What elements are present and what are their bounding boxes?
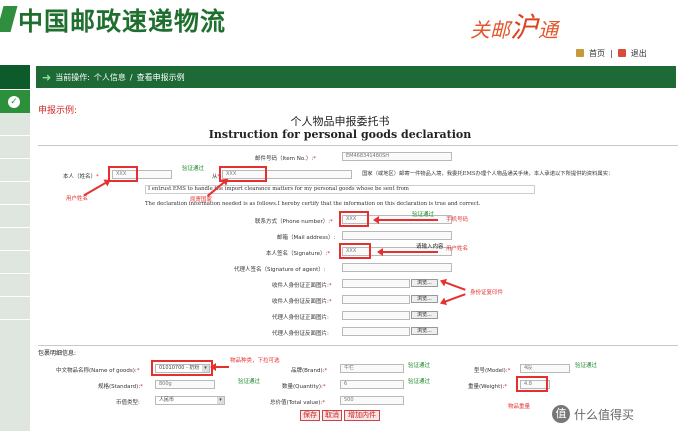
agent-id-back-browse-button[interactable]: 浏览...: [411, 327, 438, 335]
id-front-browse-button[interactable]: 浏览...: [411, 279, 438, 287]
sidebar-item[interactable]: [0, 182, 30, 205]
qty-field[interactable]: 6: [340, 380, 404, 389]
highlight-box: [516, 376, 548, 392]
model-field[interactable]: 4段: [520, 364, 570, 373]
highlight-box: [151, 360, 213, 376]
verified-note: 验证通过: [238, 379, 261, 385]
form-title-cn: 个人物品申报委托书: [290, 115, 390, 128]
agent-id-front-label: 代理人身份证正面图片:: [272, 315, 329, 321]
signature-label: 本人签名（Signature）:*: [266, 251, 331, 257]
cancel-button[interactable]: 取消: [322, 410, 342, 421]
verified-note: 验证通过: [182, 166, 205, 172]
sidebar-item[interactable]: [0, 251, 30, 274]
verified-note: 验证通过: [412, 212, 435, 218]
site-logo-text: 中国邮政速递物流: [18, 7, 227, 36]
id-back-file-field[interactable]: [342, 295, 410, 304]
currency-select[interactable]: 人民币 ▾: [155, 396, 225, 405]
total-value-field[interactable]: 500: [340, 396, 404, 405]
verified-note: 验证通过: [575, 363, 598, 369]
verified-note: 验证通过: [408, 363, 431, 369]
breadcrumb-item-personal-info[interactable]: 个人信息: [94, 72, 126, 83]
home-icon[interactable]: [576, 49, 584, 57]
nav-divider: |: [610, 48, 613, 58]
agent-id-front-browse-button[interactable]: 浏览...: [411, 311, 438, 319]
sidebar-item[interactable]: [0, 274, 30, 297]
slogan-part-b: 沪: [510, 11, 539, 44]
verified-note: 验证通过: [408, 379, 431, 385]
sidebar-item[interactable]: [0, 228, 30, 251]
total-value-label: 总价值(Total value):*: [270, 400, 326, 406]
add-item-button[interactable]: 增加内件: [344, 410, 380, 421]
goods-weight-annotation: 物品重量: [508, 404, 531, 410]
check-icon: ✓: [8, 96, 20, 108]
item-no-label: 邮件号码（Item No.）:*: [255, 156, 317, 162]
logout-link[interactable]: 退出: [631, 48, 647, 59]
agent-label: 代理人签名（Signature of agent）:: [234, 267, 326, 273]
id-photos-annotation: 身份证复印件: [470, 290, 504, 296]
mail-label: 邮箱（Mail address）:: [277, 235, 336, 241]
watermark-text: 什么值得买: [574, 407, 635, 422]
highlight-box: [339, 211, 369, 227]
slogan: 关邮沪通: [470, 6, 670, 44]
entrust-statement: I entrust EMS to handle the import clear…: [145, 185, 535, 194]
agent-field[interactable]: [342, 263, 452, 272]
package-details-heading: 包裹明细信息:: [38, 350, 77, 357]
form-title-en: Instruction for personal goods declarati…: [208, 128, 472, 141]
item-no-field[interactable]: EM468341480SH: [342, 152, 452, 161]
chevron-down-icon: ▾: [217, 397, 224, 404]
save-button[interactable]: 保存: [300, 410, 320, 421]
breadcrumb-prefix: 当前操作:: [55, 72, 90, 82]
arrow-right-icon: ➜: [42, 70, 52, 84]
divider: [38, 345, 678, 346]
sidebar-item[interactable]: [0, 159, 30, 182]
id-front-file-field[interactable]: [342, 279, 410, 288]
sidebar-item[interactable]: [0, 205, 30, 228]
sidebar-item[interactable]: [0, 136, 30, 159]
sidebar-top: [0, 65, 30, 90]
id-back-browse-button[interactable]: 浏览...: [411, 295, 438, 303]
currency-label: 币值类型:: [116, 400, 140, 406]
section-label: 申报示例:: [38, 106, 78, 116]
spec-field[interactable]: 800g: [155, 380, 215, 389]
sidebar-item[interactable]: [0, 297, 30, 320]
top-nav: 首页 | 退出: [576, 46, 676, 60]
country-statement: 国家（或地区）邮寄一件物品入境，我委托EMS办理个人物品通关手续，本人承诺以下所…: [362, 171, 614, 177]
agent-id-back-file-field[interactable]: [342, 327, 410, 336]
brand-label: 品牌(Brand):*: [291, 368, 328, 374]
model-label: 型号(Model):*: [474, 368, 511, 374]
breadcrumb-separator: /: [129, 72, 133, 82]
watermark: 值 什么值得买: [552, 402, 677, 426]
name-label: 本人（姓名）*: [63, 174, 99, 180]
slogan-part-a: 关邮: [470, 18, 510, 42]
brand-field[interactable]: 牛栏: [340, 364, 404, 373]
mail-field[interactable]: [342, 231, 452, 240]
breadcrumb-item-sample[interactable]: 查看申报示例: [137, 72, 185, 83]
weight-label: 重量(Weight):*: [468, 384, 508, 390]
spec-label: 规格(Standard):*: [98, 384, 143, 390]
agent-id-front-file-field[interactable]: [342, 311, 410, 320]
slogan-part-c: 通: [538, 18, 559, 42]
annotation-arrow: [373, 216, 438, 224]
goods-name-label: 中文物品名称(Name of goods):*: [56, 368, 140, 374]
user-name-annotation-2: 用户姓名: [446, 246, 469, 252]
sidebar-item-active[interactable]: ✓: [0, 90, 30, 113]
input-hint-note: 请输入内容: [416, 244, 444, 250]
watermark-logo-icon: 值: [552, 405, 570, 423]
sidebar-item[interactable]: [0, 113, 30, 136]
id-back-label: 收件人身份证反面图片:*: [272, 299, 332, 305]
phone-annotation: 手机号码: [446, 217, 469, 223]
home-link[interactable]: 首页: [589, 48, 605, 59]
id-front-label: 收件人身份证正面图片:*: [272, 283, 332, 289]
highlight-box: [339, 243, 371, 259]
agent-id-back-label: 代理人身份证反面图片:: [272, 331, 329, 337]
highlight-box: [108, 166, 138, 182]
annotation-arrow: [210, 363, 229, 371]
annotation-arrow: [377, 248, 438, 256]
breadcrumb: ➜ 当前操作: 个人信息 / 查看申报示例: [36, 66, 676, 88]
sidebar: ✓: [0, 65, 30, 431]
qty-label: 数量(Quantity):*: [282, 384, 326, 390]
logout-icon[interactable]: [617, 49, 626, 57]
phone-label: 联系方式（Phone number）:*: [255, 219, 333, 225]
goods-type-annotation: 物品种类，下拉可选: [230, 358, 280, 364]
